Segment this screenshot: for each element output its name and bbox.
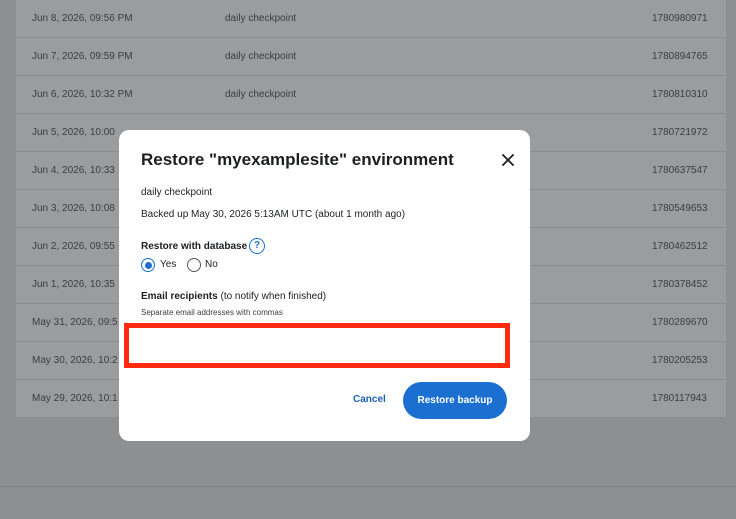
email-recipients-label: Email recipients (to notify when finishe… — [141, 291, 326, 302]
backup-date: Jun 6, 2026, 10:32 PM — [32, 89, 133, 100]
backup-id: 1780810310 — [652, 89, 708, 100]
backup-date: Jun 5, 2026, 10:00 — [32, 127, 115, 138]
radio-no-label[interactable]: No — [205, 259, 218, 270]
email-label-suffix: (to notify when finished) — [220, 291, 327, 302]
email-label-main: Email recipients — [141, 291, 218, 302]
backup-date: Jun 3, 2026, 10:08 — [32, 203, 115, 214]
email-recipients-field-highlight — [124, 323, 510, 368]
radio-yes-label[interactable]: Yes — [160, 259, 176, 270]
restore-dialog: Restore "myexamplesite" environment dail… — [119, 130, 530, 441]
table-row[interactable]: Jun 6, 2026, 10:32 PM daily checkpoint 178… — [16, 76, 726, 114]
email-recipients-input[interactable] — [129, 328, 505, 363]
table-row[interactable]: Jun 7, 2026, 09:59 PM daily checkpoint 178… — [16, 38, 726, 76]
backup-name: daily checkpoint — [225, 89, 297, 100]
backup-id: 1780980971 — [652, 13, 708, 24]
backup-id: 1780549653 — [652, 203, 708, 214]
backup-name: daily checkpoint — [225, 13, 297, 24]
backup-id: 1780721972 — [652, 127, 708, 138]
backup-date: May 31, 2026, 09:5 — [32, 317, 118, 328]
restore-backup-button[interactable]: Restore backup — [403, 382, 507, 419]
backup-id: 1780637547 — [652, 165, 708, 176]
backup-date: Jun 4, 2026, 10:33 — [32, 165, 115, 176]
backup-id: 1780289670 — [652, 317, 708, 328]
backup-date: May 30, 2026, 10:2 — [32, 355, 118, 366]
backup-date: May 29, 2026, 10:1 — [32, 393, 118, 404]
backup-date: Jun 8, 2026, 09:56 PM — [32, 13, 133, 24]
close-icon — [502, 154, 514, 166]
dialog-title: Restore "myexamplesite" environment — [141, 150, 454, 169]
backup-date: Jun 7, 2026, 09:59 PM — [32, 51, 133, 62]
restore-with-database-label: Restore with database — [141, 241, 248, 252]
radio-yes[interactable] — [141, 258, 155, 272]
divider — [0, 486, 736, 487]
backup-id: 1780378452 — [652, 279, 708, 290]
close-button[interactable] — [498, 150, 518, 170]
backup-id: 1780117943 — [652, 393, 707, 404]
help-icon[interactable]: ? — [249, 238, 265, 254]
backup-date: Jun 2, 2026, 09:55 — [32, 241, 115, 252]
backup-name: daily checkpoint — [141, 187, 213, 198]
radio-no[interactable] — [187, 258, 201, 272]
email-hint: Separate email addresses with commas — [141, 308, 283, 317]
backup-id: 1780462512 — [652, 241, 708, 252]
cancel-button[interactable]: Cancel — [353, 394, 386, 405]
table-row[interactable]: Jun 8, 2026, 09:56 PM daily checkpoint 178… — [16, 0, 726, 38]
page-footer-area — [0, 440, 736, 519]
backup-date: Jun 1, 2026, 10:35 — [32, 279, 115, 290]
backup-timestamp: Backed up May 30, 2026 5:13AM UTC (about… — [141, 209, 406, 220]
backup-name: daily checkpoint — [225, 51, 297, 62]
backup-id: 1780205253 — [652, 355, 708, 366]
backup-id: 1780894765 — [652, 51, 708, 62]
